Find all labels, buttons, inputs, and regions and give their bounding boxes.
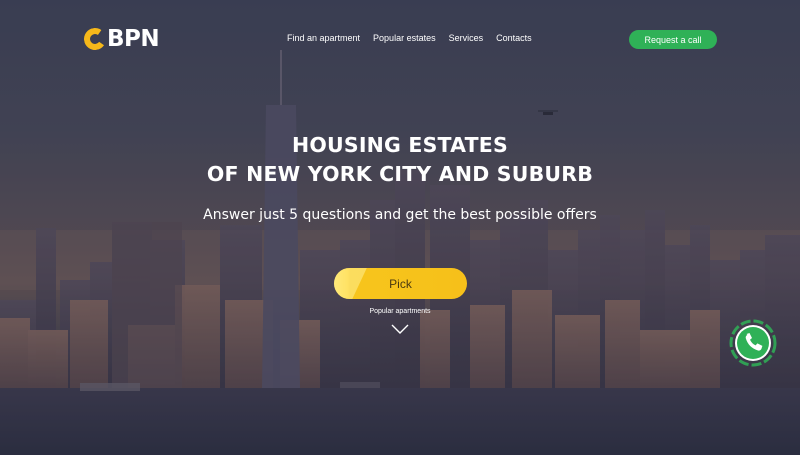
phone-icon[interactable] [728, 318, 778, 368]
logo[interactable]: BPN [82, 26, 160, 52]
nav-services[interactable]: Services [449, 33, 484, 43]
popular-apartments-link[interactable]: Popular apartments [0, 308, 800, 315]
nav-contacts[interactable]: Contacts [496, 33, 532, 43]
hero-subtitle: Answer just 5 questions and get the best… [203, 207, 597, 223]
logo-c-mark [82, 26, 108, 52]
pick-button-label: Pick [389, 276, 412, 291]
nav-find-apartment[interactable]: Find an apartment [287, 33, 360, 43]
pick-button[interactable]: Pick [334, 268, 467, 299]
logo-text: BPN [107, 26, 160, 52]
nav-popular-estates[interactable]: Popular estates [373, 33, 436, 43]
hero-section: BPN Find an apartment Popular estates Se… [0, 0, 800, 455]
main-nav: Find an apartment Popular estates Servic… [287, 33, 532, 43]
page-title: HOUSING ESTATES OF NEW YORK CITY AND SUB… [0, 131, 800, 189]
site-header: BPN Find an apartment Popular estates Se… [0, 0, 800, 80]
request-call-button[interactable]: Request a call [629, 30, 717, 49]
title-line-1: HOUSING ESTATES [292, 133, 508, 157]
chevron-down-icon[interactable] [390, 320, 410, 338]
title-line-2: OF NEW YORK CITY AND SUBURB [206, 162, 594, 186]
